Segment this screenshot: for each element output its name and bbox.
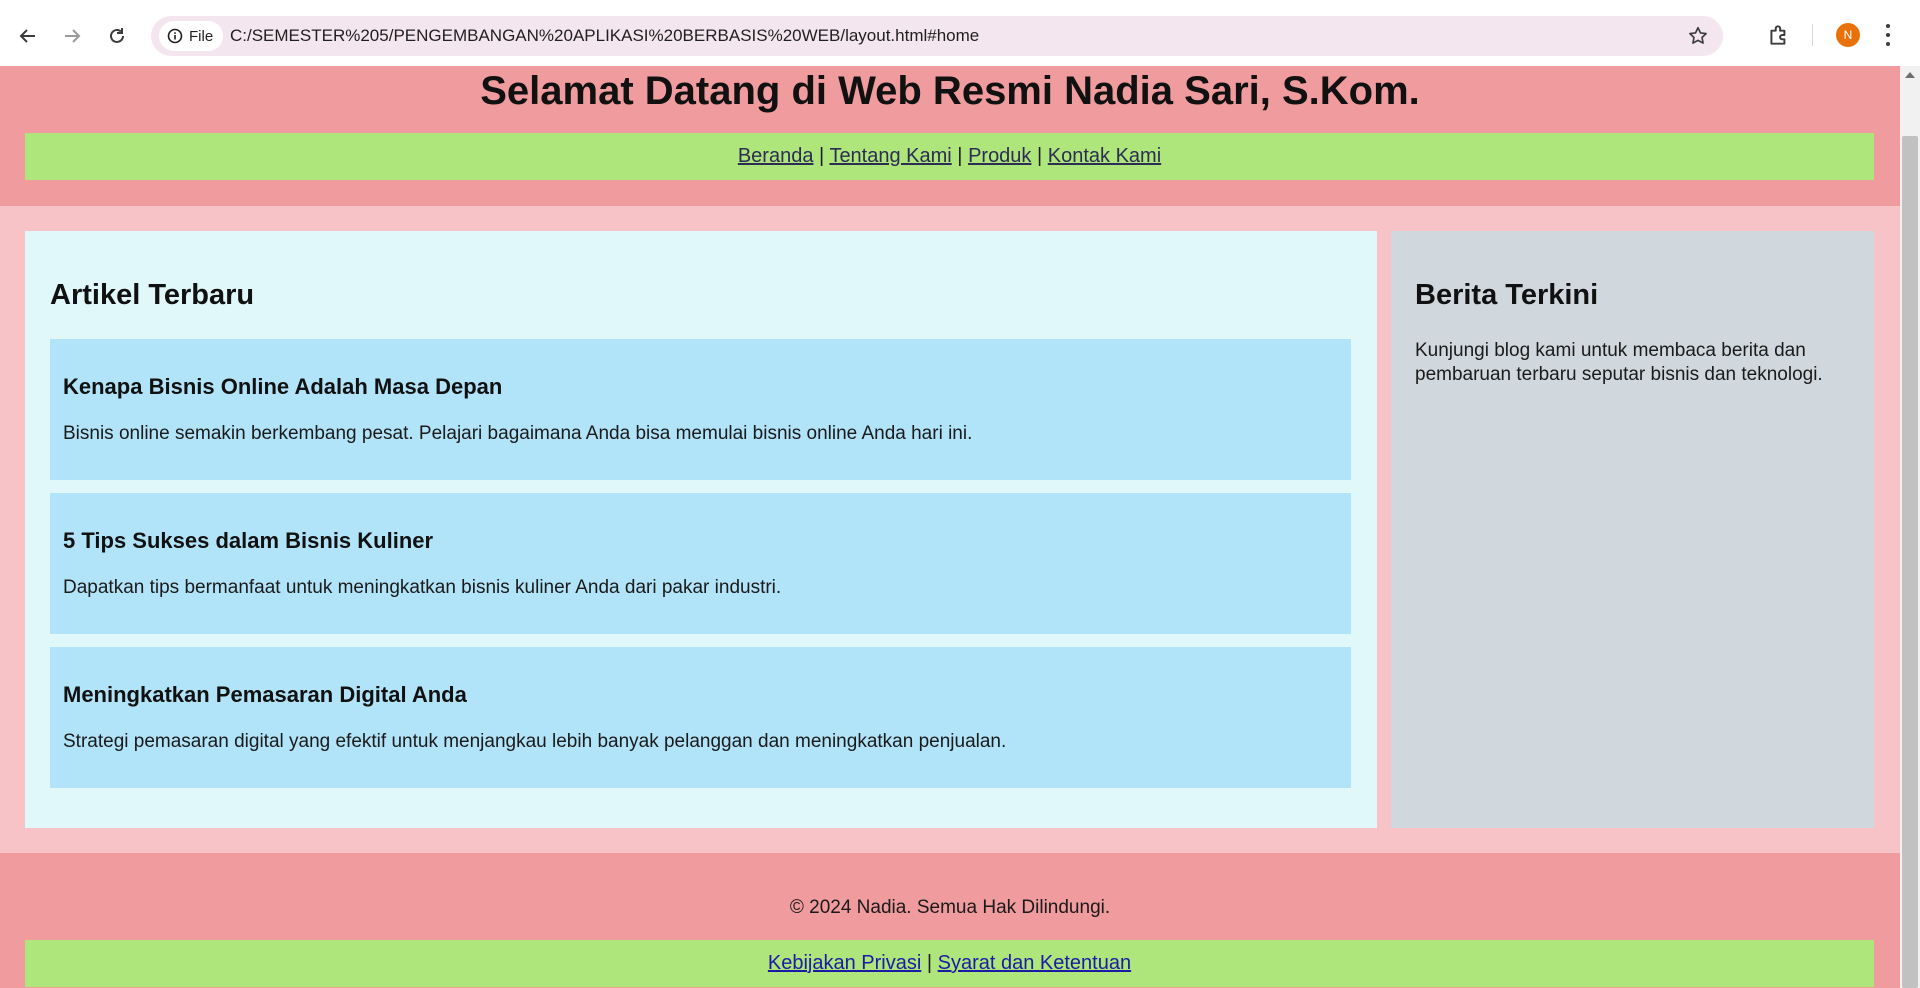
articles-section: Artikel Terbaru Kenapa Bisnis Online Ada… [25,231,1377,828]
article-text: Bisnis online semakin berkembang pesat. … [63,423,973,444]
nav-link-kontak-kami[interactable]: Kontak Kami [1048,145,1161,167]
sidebar-text: Kunjungi blog kami untuk membaca berita … [1415,340,1823,385]
news-sidebar: Berita Terkini Kunjungi blog kami untuk … [1391,231,1874,828]
nav-separator: | [1037,145,1043,167]
nav-separator: | [819,145,825,167]
main-nav: Beranda | Tentang Kami | Produk | Kontak… [25,133,1874,180]
article-text: Dapatkan tips bermanfaat untuk meningkat… [63,577,782,598]
extensions-puzzle-icon[interactable] [1766,22,1792,48]
page-viewport: Selamat Datang di Web Resmi Nadia Sari, … [0,66,1900,988]
scheme-label: File [189,27,214,45]
url-text[interactable]: C:/SEMESTER%205/PENGEMBANGAN%20APLIKASI%… [230,26,979,46]
nav-link-produk[interactable]: Produk [968,145,1031,167]
nav-link-beranda[interactable]: Beranda [738,145,814,167]
arrow-right-icon [65,29,81,43]
article-text: Strategi pemasaran digital yang efektif … [63,731,1007,752]
scroll-up-arrow-icon[interactable] [1905,72,1915,78]
browser-toolbar: File C:/SEMESTER%205/PENGEMBANGAN%20APLI… [0,0,1920,66]
sidebar-heading: Berita Terkini [1415,279,1599,311]
scrollbar-thumb[interactable] [1902,136,1918,988]
reload-icon [110,28,124,43]
article-card: Kenapa Bisnis Online Adalah Masa Depan B… [50,339,1351,480]
footer-link-terms[interactable]: Syarat dan Ketentuan [938,952,1131,974]
back-button[interactable] [12,20,44,52]
bookmark-star-icon[interactable] [1687,25,1709,47]
nav-link-tentang-kami[interactable]: Tentang Kami [829,145,951,167]
site-info-chip[interactable]: File [159,21,224,51]
article-card: 5 Tips Sukses dalam Bisnis Kuliner Dapat… [50,493,1351,634]
article-title: Meningkatkan Pemasaran Digital Anda [63,682,467,707]
profile-avatar[interactable]: N [1836,23,1860,47]
address-bar[interactable]: File C:/SEMESTER%205/PENGEMBANGAN%20APLI… [151,16,1723,56]
articles-heading: Artikel Terbaru [50,279,255,311]
footer-nav: Kebijakan Privasi | Syarat dan Ketentuan [25,940,1874,987]
article-title: Kenapa Bisnis Online Adalah Masa Depan [63,374,503,399]
article-card: Meningkatkan Pemasaran Digital Anda Stra… [50,647,1351,788]
toolbar-divider [1812,24,1813,46]
page-title: Selamat Datang di Web Resmi Nadia Sari, … [480,69,1420,113]
arrow-left-icon [19,29,35,43]
site-footer: © 2024 Nadia. Semua Hak Dilindungi. Kebi… [0,853,1900,988]
article-title: 5 Tips Sukses dalam Bisnis Kuliner [63,528,434,553]
forward-button[interactable] [56,20,88,52]
vertical-scrollbar[interactable] [1900,66,1920,988]
browser-menu-icon[interactable] [1884,24,1892,46]
site-header: Selamat Datang di Web Resmi Nadia Sari, … [0,66,1900,206]
reload-button[interactable] [101,20,133,52]
copyright-text: © 2024 Nadia. Semua Hak Dilindungi. [789,897,1111,918]
nav-separator: | [957,145,963,167]
info-icon [167,28,183,44]
footer-link-privacy[interactable]: Kebijakan Privasi [768,952,921,974]
footer-separator: | [926,952,933,974]
